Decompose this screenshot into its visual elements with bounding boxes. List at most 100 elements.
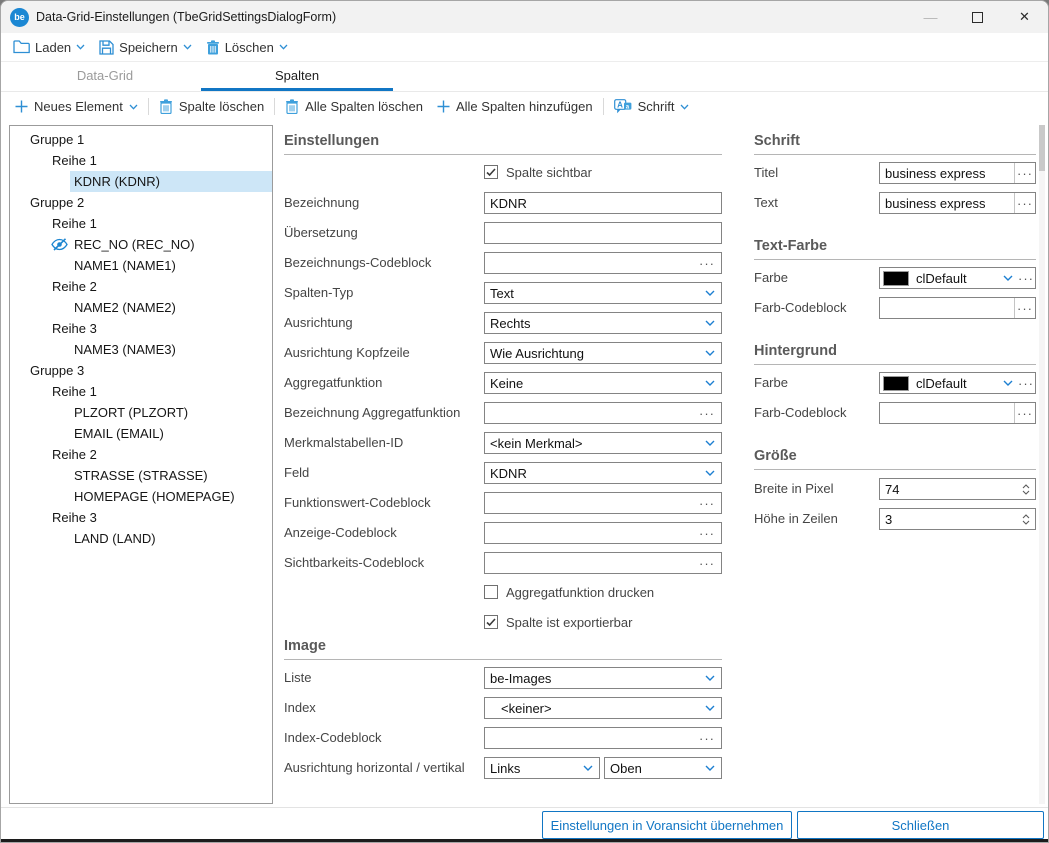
bezeichnungs-codeblock-input[interactable]: ···: [484, 252, 722, 274]
tree-item[interactable]: NAME1 (NAME1): [10, 255, 272, 276]
field-value: Oben: [605, 761, 699, 776]
aggregatfunktion-combobox[interactable]: Keine: [484, 372, 722, 394]
ellipsis-button[interactable]: ···: [699, 556, 721, 571]
titlebar[interactable]: be Data-Grid-Einstellungen (TbeGridSetti…: [1, 1, 1048, 33]
spalte-loeschen-button[interactable]: Spalte löschen: [152, 95, 271, 119]
minimize-button[interactable]: —: [907, 1, 954, 33]
tree-item[interactable]: Gruppe 2: [10, 192, 272, 213]
tree-item[interactable]: Gruppe 3: [10, 360, 272, 381]
tree-item[interactable]: Reihe 2: [10, 276, 272, 297]
field-label-farbe: Farbe: [754, 372, 788, 394]
index-combobox[interactable]: <keiner>: [484, 697, 722, 719]
schrift-button[interactable]: Aa Schrift: [607, 95, 697, 119]
anzeige-codeblock-input[interactable]: ···: [484, 522, 722, 544]
merkmalstabellen-id-combobox[interactable]: <kein Merkmal>: [484, 432, 722, 454]
field-label-bezeichnungs-codeblock: Bezeichnungs-Codeblock: [284, 252, 431, 274]
tree-item[interactable]: KDNR (KDNR): [10, 171, 272, 192]
field-label-spalten-typ: Spalten-Typ: [284, 282, 353, 304]
spinner-up-button[interactable]: [1022, 484, 1030, 489]
apply-to-preview-button[interactable]: Einstellungen in Voransicht übernehmen: [542, 811, 792, 839]
tree-item[interactable]: PLZORT (PLZORT): [10, 402, 272, 423]
spalten-typ-combobox[interactable]: Text: [484, 282, 722, 304]
tree-item[interactable]: Reihe 2: [10, 444, 272, 465]
ellipsis-button[interactable]: ···: [1017, 268, 1035, 288]
tree-item-label: NAME3 (NAME3): [70, 339, 272, 360]
laden-menu-button[interactable]: Laden: [6, 35, 92, 59]
alle-spalten-loeschen-button[interactable]: Alle Spalten löschen: [278, 95, 430, 119]
toolbar-label: Spalte löschen: [179, 99, 264, 114]
ausrichtung-horizontal-vertikal-horizontal-combobox[interactable]: Links: [484, 757, 600, 779]
tree-item[interactable]: NAME2 (NAME2): [10, 297, 272, 318]
ellipsis-button[interactable]: ···: [699, 496, 721, 511]
funktionswert-codeblock-input[interactable]: ···: [484, 492, 722, 514]
tree-item[interactable]: Reihe 3: [10, 318, 272, 339]
tree-item[interactable]: REC_NO (REC_NO): [10, 234, 272, 255]
ubersetzung-input[interactable]: [484, 222, 722, 244]
spinner-buttons[interactable]: [1017, 509, 1035, 529]
ellipsis-button[interactable]: ···: [1014, 193, 1035, 213]
ellipsis-button[interactable]: ···: [699, 256, 721, 271]
liste-combobox[interactable]: be-Images: [484, 667, 722, 689]
aggregatfunktion-drucken-checkbox[interactable]: Aggregatfunktion drucken: [484, 584, 654, 600]
tree-item[interactable]: Reihe 3: [10, 507, 272, 528]
spalte-sichtbar-checkbox[interactable]: Spalte sichtbar: [484, 164, 592, 180]
tree-item[interactable]: Gruppe 1: [10, 129, 272, 150]
column-tree[interactable]: Gruppe 1Reihe 1KDNR (KDNR)Gruppe 2Reihe …: [9, 125, 273, 804]
tab-data-grid[interactable]: Data-Grid: [9, 62, 201, 91]
spinner-down-button[interactable]: [1022, 520, 1030, 525]
ausrichtung-horizontal-vertikal-vertical-combobox[interactable]: Oben: [604, 757, 722, 779]
feld-combobox[interactable]: KDNR: [484, 462, 722, 484]
field-value: KDNR: [485, 466, 699, 481]
farb-codeblock-input[interactable]: ···: [879, 402, 1036, 424]
ausrichtung-combobox[interactable]: Rechts: [484, 312, 722, 334]
bezeichnung-input[interactable]: KDNR: [484, 192, 722, 214]
alle-spalten-hinzufuegen-button[interactable]: Alle Spalten hinzufügen: [430, 95, 600, 119]
neues-element-button[interactable]: Neues Element: [8, 95, 145, 119]
ellipsis-button[interactable]: ···: [699, 406, 721, 421]
farbe-color-combobox[interactable]: clDefault···: [879, 372, 1036, 394]
loeschen-menu-button[interactable]: Löschen: [199, 35, 295, 59]
tree-item[interactable]: NAME3 (NAME3): [10, 339, 272, 360]
spalte-ist-exportierbar-checkbox[interactable]: Spalte ist exportierbar: [484, 614, 632, 630]
ellipsis-button[interactable]: ···: [699, 526, 721, 541]
spinner-down-button[interactable]: [1022, 490, 1030, 495]
tree-item[interactable]: LAND (LAND): [10, 528, 272, 549]
farbe-color-combobox[interactable]: clDefault···: [879, 267, 1036, 289]
schliessen-button[interactable]: Schließen: [797, 811, 1044, 839]
tree-indent: [10, 160, 48, 161]
titel-input[interactable]: business express···: [879, 162, 1036, 184]
close-button[interactable]: ✕: [1001, 1, 1048, 33]
tree-item-label: HOMEPAGE (HOMEPAGE): [70, 486, 272, 507]
tree-item[interactable]: EMAIL (EMAIL): [10, 423, 272, 444]
chevron-down-icon: [699, 433, 721, 453]
vertical-scrollbar[interactable]: [1039, 125, 1045, 804]
section-header-schrift: Schrift: [754, 133, 1036, 155]
tree-item[interactable]: Reihe 1: [10, 213, 272, 234]
sichtbarkeits-codeblock-input[interactable]: ···: [484, 552, 722, 574]
breite-in-pixel-spinner[interactable]: 74: [879, 478, 1036, 500]
text-input[interactable]: business express···: [879, 192, 1036, 214]
section-header-grosse: Größe: [754, 448, 1036, 470]
vertical-scrollbar-thumb[interactable]: [1039, 125, 1045, 171]
farb-codeblock-input[interactable]: ···: [879, 297, 1036, 319]
tree-item[interactable]: Reihe 1: [10, 150, 272, 171]
speichern-menu-button[interactable]: Speichern: [92, 35, 199, 59]
ellipsis-button[interactable]: ···: [699, 731, 721, 746]
color-swatch: [883, 271, 909, 286]
tree-item[interactable]: STRASSE (STRASSE): [10, 465, 272, 486]
bezeichnung-aggregatfunktion-input[interactable]: ···: [484, 402, 722, 424]
index-codeblock-input[interactable]: ···: [484, 727, 722, 749]
ellipsis-button[interactable]: ···: [1014, 163, 1035, 183]
ellipsis-button[interactable]: ···: [1014, 403, 1035, 423]
hohe-in-zeilen-spinner[interactable]: 3: [879, 508, 1036, 530]
spinner-buttons[interactable]: [1017, 479, 1035, 499]
tab-spalten[interactable]: Spalten: [201, 62, 393, 91]
field-label-titel: Titel: [754, 162, 778, 184]
ellipsis-button[interactable]: ···: [1017, 373, 1035, 393]
tree-item[interactable]: Reihe 1: [10, 381, 272, 402]
ausrichtung-kopfzeile-combobox[interactable]: Wie Ausrichtung: [484, 342, 722, 364]
tree-item[interactable]: HOMEPAGE (HOMEPAGE): [10, 486, 272, 507]
ellipsis-button[interactable]: ···: [1014, 298, 1035, 318]
maximize-button[interactable]: [954, 1, 1001, 33]
spinner-up-button[interactable]: [1022, 514, 1030, 519]
